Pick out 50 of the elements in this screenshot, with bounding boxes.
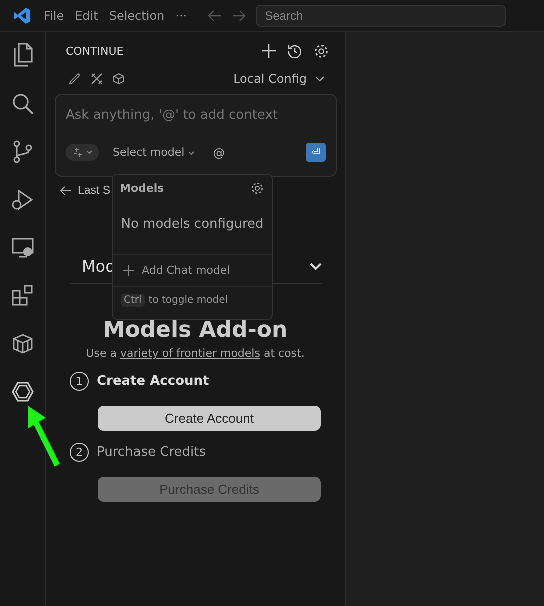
more-menu[interactable]: ··· (176, 8, 188, 22)
settings-icon[interactable] (314, 44, 329, 58)
pencil-icon[interactable] (69, 73, 81, 85)
back-link[interactable]: Last S (78, 185, 111, 197)
mention-button[interactable]: @ (207, 144, 232, 160)
menu-item[interactable]: Selection (109, 8, 165, 22)
chevron-icon (315, 76, 325, 82)
addon-subtitle: Use a variety of frontier models at cost. (86, 347, 305, 360)
tools-icon[interactable] (91, 73, 103, 85)
cube-icon[interactable] (113, 73, 125, 85)
addon-title: Models Add-on (103, 319, 288, 344)
history-icon[interactable] (288, 44, 302, 58)
back-arrow-icon[interactable] (60, 186, 72, 196)
plus-icon[interactable] (262, 44, 276, 58)
app-logo-icon (13, 6, 31, 24)
search-icon[interactable] (10, 92, 34, 116)
package-icon[interactable] (10, 332, 34, 356)
remote-explorer-icon[interactable] (10, 236, 34, 260)
models-link[interactable]: variety of frontier models (120, 347, 260, 360)
menu-item[interactable]: File (44, 8, 64, 22)
chat-placeholder: Ask anything, '@' to add context (66, 108, 279, 123)
popup-title: Models (120, 182, 164, 195)
config-dropdown[interactable]: Local Config (234, 72, 325, 86)
step-label: Create Account (97, 374, 210, 390)
extensions-icon[interactable] (10, 284, 34, 308)
key-hint: Ctrl (121, 294, 145, 307)
submit-button[interactable]: ⏎ (306, 143, 326, 162)
search-field[interactable]: Search (256, 4, 506, 26)
chevron-icon[interactable] (310, 262, 322, 270)
add-model-button[interactable]: Add Chat model (113, 254, 272, 287)
step-number: 1 (70, 372, 89, 392)
hint-text: to toggle model (148, 295, 228, 306)
back-icon[interactable] (208, 10, 222, 22)
run-debug-icon[interactable] (10, 188, 34, 212)
step-number: 2 (70, 443, 89, 462)
step-label: Purchase Credits (97, 445, 206, 460)
settings-icon[interactable] (251, 182, 264, 195)
sparkle-icon (72, 147, 83, 158)
hexagon-icon[interactable] (10, 380, 34, 404)
panel-title: CONTINUE (66, 44, 125, 58)
chevron-icon (86, 150, 93, 155)
mode-dropdown[interactable] (66, 144, 99, 161)
model-selector[interactable]: Select model (107, 145, 202, 160)
chevron-icon (188, 151, 196, 156)
plus-icon (123, 265, 134, 276)
menu-item[interactable]: Edit (75, 8, 98, 22)
empty-message: No models configured (121, 217, 264, 232)
step-button[interactable]: Create Account (98, 406, 321, 432)
chat-input[interactable]: Ask anything, '@' to add context Select model @ ⏎ (55, 94, 337, 177)
forward-icon[interactable] (232, 10, 246, 22)
